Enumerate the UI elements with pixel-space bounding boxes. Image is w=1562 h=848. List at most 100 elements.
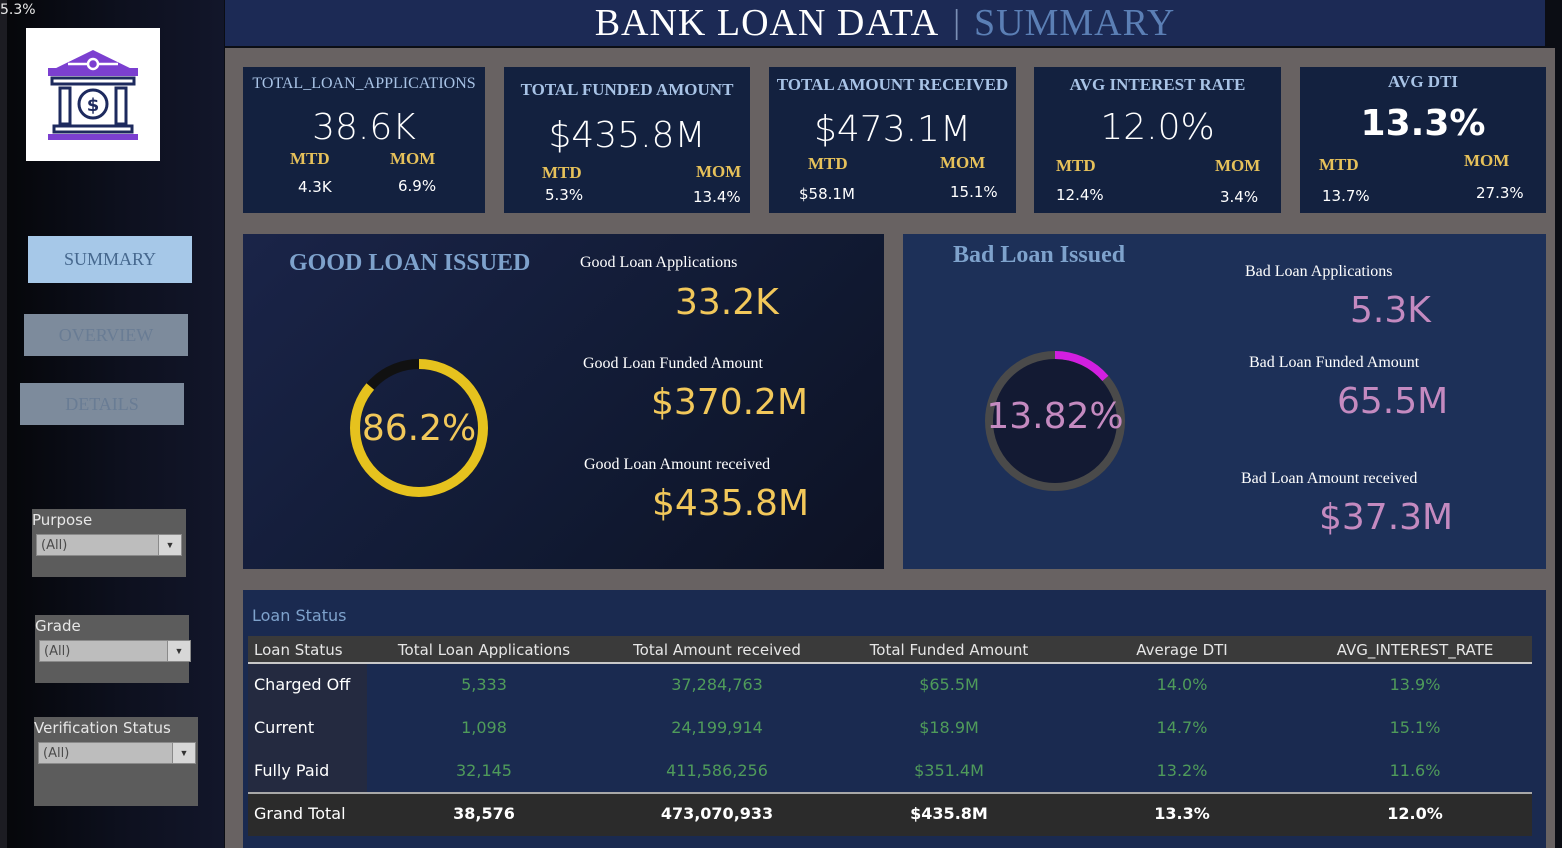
verification-filter-label: Verification Status xyxy=(34,719,171,737)
kpi-mom-label: MOM xyxy=(696,162,742,181)
table-cell: $351.4M xyxy=(914,761,984,780)
kpi-value: 38.6K xyxy=(312,107,416,148)
chevron-down-icon[interactable]: ▼ xyxy=(172,743,195,763)
grand-total-label: Grand Total xyxy=(254,804,346,823)
table-cell: 11.6% xyxy=(1389,761,1441,780)
kpi-title: AVG DTI xyxy=(1387,72,1459,91)
kpi-mtd-label: MTD xyxy=(1056,156,1096,175)
table-cell: 24,199,914 xyxy=(671,718,763,737)
grand-total-cell: 12.0% xyxy=(1387,804,1443,823)
bad-received-value: $37.3M xyxy=(1319,497,1454,538)
loan-status-table: Loan Status Loan Status Total Loan Appli… xyxy=(243,590,1546,848)
grand-total-cell: $435.8M xyxy=(910,804,988,823)
title-main: BANK LOAN DATA xyxy=(594,2,940,44)
kpi-title: TOTAL FUNDED AMOUNT xyxy=(520,80,734,99)
verification-dropdown-value: (All) xyxy=(43,746,70,761)
purpose-dropdown-value: (All) xyxy=(41,538,68,553)
bad-funded-value: 65.5M xyxy=(1337,381,1449,422)
kpi-mom-value: 27.3% xyxy=(1476,184,1524,202)
kpi-mtd-value: 5.3% xyxy=(545,186,584,204)
kpi-mom-label: MOM xyxy=(1215,156,1261,175)
table-cell: 37,284,763 xyxy=(671,675,763,694)
chevron-down-icon[interactable]: ▼ xyxy=(158,535,181,555)
bad-percent: 13.82% xyxy=(986,396,1124,437)
kpi-mtd-value: 4.3K xyxy=(298,178,332,196)
good-percent: 86.2% xyxy=(361,408,477,449)
table-cell: $65.5M xyxy=(919,675,979,694)
good-apps-value: 33.2K xyxy=(675,282,779,323)
kpi-mom-label: MOM xyxy=(1464,151,1510,170)
table-cell: $18.9M xyxy=(919,718,979,737)
kpi-title: TOTAL_LOAN_APPLICATIONS xyxy=(252,75,476,92)
bad-received-label: Bad Loan Amount received xyxy=(1241,470,1418,487)
good-received-value: $435.8M xyxy=(652,483,810,524)
kpi-mom-value: 15.1% xyxy=(950,183,998,201)
kpi-value: 12.0% xyxy=(1100,107,1215,148)
header-loan-status: Loan Status xyxy=(254,641,343,659)
table-cell: 14.7% xyxy=(1156,718,1208,737)
kpi-value: 13.3% xyxy=(1360,103,1486,144)
good-loan-panel: GOOD LOAN ISSUED 86.2% Good Loan Applica… xyxy=(243,234,884,569)
good-funded-label: Good Loan Funded Amount xyxy=(583,355,763,372)
table-row-status: Current xyxy=(254,718,315,737)
bank-logo: $ xyxy=(26,28,160,161)
kpi-title: AVG INTEREST RATE xyxy=(1069,75,1246,94)
nav-details-button[interactable]: DETAILS xyxy=(20,383,184,425)
table-cell: 14.0% xyxy=(1156,675,1208,694)
page-title: BANK LOAN DATA | SUMMARY xyxy=(225,0,1545,46)
title-separator: | xyxy=(953,4,960,41)
verification-filter: Verification Status (All) ▼ xyxy=(34,717,198,806)
kpi-mtd-label: MTD xyxy=(542,163,582,182)
header-total-received: Total Amount received xyxy=(633,641,801,659)
bad-apps-label: Bad Loan Applications xyxy=(1245,263,1393,280)
good-apps-label: Good Loan Applications xyxy=(580,254,738,271)
kpi-mom-value: 13.4% xyxy=(693,188,741,206)
bad-apps-value: 5.3K xyxy=(1350,290,1431,331)
corner-text: 5.3% xyxy=(0,2,36,18)
grade-dropdown[interactable]: (All) ▼ xyxy=(39,640,191,662)
header-avg-interest-rate: AVG_INTEREST_RATE xyxy=(1336,641,1494,659)
svg-text:$: $ xyxy=(87,95,100,116)
purpose-filter: Purpose (All) ▼ xyxy=(32,509,186,577)
table-cell: 411,586,256 xyxy=(666,761,768,780)
kpi-title: TOTAL AMOUNT RECEIVED xyxy=(776,75,1009,94)
table-cell: 5,333 xyxy=(461,675,507,694)
kpi-value: $435.8M xyxy=(548,115,706,156)
verification-dropdown[interactable]: (All) ▼ xyxy=(38,742,196,764)
purpose-dropdown[interactable]: (All) ▼ xyxy=(36,534,182,556)
table-title: Loan Status xyxy=(252,606,347,625)
side-strip xyxy=(0,0,7,848)
title-sub: SUMMARY xyxy=(974,2,1176,44)
chevron-down-icon[interactable]: ▼ xyxy=(167,641,190,661)
kpi-avg-interest: AVG INTEREST RATE 12.0% MTD MOM 12.4% 3.… xyxy=(1034,67,1281,213)
nav-summary-button[interactable]: SUMMARY xyxy=(28,236,192,283)
grand-total-cell: 473,070,933 xyxy=(660,804,774,823)
table-cell: 13.9% xyxy=(1389,675,1441,694)
kpi-mtd-label: MTD xyxy=(1319,155,1359,174)
purpose-filter-label: Purpose xyxy=(32,511,93,529)
table-cell: 1,098 xyxy=(461,718,507,737)
grade-dropdown-value: (All) xyxy=(44,644,71,659)
bad-loan-title: Bad Loan Issued xyxy=(953,242,1126,268)
kpi-avg-dti: AVG DTI 13.3% MTD MOM 13.7% 27.3% xyxy=(1300,67,1546,213)
kpi-mtd-label: MTD xyxy=(290,149,330,168)
bank-icon: $ xyxy=(48,50,138,140)
grand-total-cell: 38,576 xyxy=(453,804,515,823)
kpi-mom-value: 6.9% xyxy=(398,177,437,195)
kpi-mom-label: MOM xyxy=(390,149,436,168)
bad-loan-panel: Bad Loan Issued 13.82% Bad Loan Applicat… xyxy=(903,234,1546,569)
kpi-total-applications: TOTAL_LOAN_APPLICATIONS 38.6K MTD MOM 4.… xyxy=(243,67,485,213)
nav-overview-button[interactable]: OVERVIEW xyxy=(24,314,188,356)
kpi-value: $473.1M xyxy=(813,109,972,150)
grade-filter: Grade (All) ▼ xyxy=(35,615,191,683)
header-total-funded: Total Funded Amount xyxy=(869,641,1029,659)
table-row-status: Charged Off xyxy=(254,675,351,694)
kpi-mtd-value: 13.7% xyxy=(1322,187,1370,205)
header-total-applications: Total Loan Applications xyxy=(397,641,571,659)
kpi-mtd-label: MTD xyxy=(808,154,848,173)
kpi-mom-value: 3.4% xyxy=(1220,188,1259,206)
kpi-mom-label: MOM xyxy=(940,153,986,172)
kpi-mtd-value: $58.1M xyxy=(799,185,855,203)
kpi-mtd-value: 12.4% xyxy=(1056,186,1104,204)
table-cell: 15.1% xyxy=(1389,718,1441,737)
